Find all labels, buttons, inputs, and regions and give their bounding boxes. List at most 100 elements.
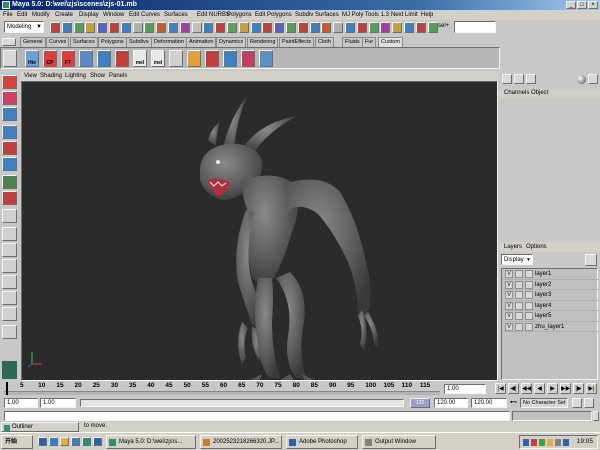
media-player-icon[interactable]	[71, 437, 80, 446]
shelf-tool-icon[interactable]	[115, 50, 129, 67]
outliner-task[interactable]: Outliner	[1, 422, 79, 432]
menu-edit[interactable]: Edit	[17, 10, 27, 20]
channel-box-channels[interactable]: Channels	[504, 89, 529, 98]
layer-row[interactable]: Vlayer3	[502, 290, 599, 301]
ipr-render-icon[interactable]	[427, 22, 438, 33]
tray-icon[interactable]	[539, 439, 545, 446]
shelf-tool-icon[interactable]	[259, 50, 273, 67]
lock-selection-icon[interactable]	[321, 22, 332, 33]
panel-menu-lighting[interactable]: Lighting	[65, 71, 86, 81]
menu-window[interactable]: Window	[103, 10, 124, 20]
play-forward-icon[interactable]: ▶	[547, 383, 558, 394]
layer-visibility-toggle[interactable]: V	[505, 301, 513, 310]
history-icon[interactable]	[203, 22, 214, 33]
maya-app-icon[interactable]	[2, 1, 10, 9]
render-globals-icon[interactable]	[238, 22, 249, 33]
tab-cloth[interactable]: Cloth	[315, 37, 334, 47]
layer-template-toggle[interactable]	[515, 291, 523, 299]
tab-curves[interactable]: Curves	[46, 37, 70, 47]
layer-color-swatch[interactable]	[525, 280, 533, 289]
layer-template-toggle[interactable]	[515, 270, 523, 278]
snap-view-icon[interactable]	[380, 22, 391, 33]
taskbar-task-adobe-photoshop[interactable]: Adobe Photoshop	[286, 435, 358, 449]
layer-name[interactable]: layer4	[535, 301, 551, 311]
shelf-hie-icon[interactable]: Hie	[25, 50, 39, 67]
minimize-button[interactable]: _	[566, 1, 576, 9]
tab-surfaces[interactable]: Surfaces	[70, 37, 98, 47]
step-back-icon[interactable]: ◀|	[508, 383, 519, 394]
shelf-menu-icon[interactable]	[2, 38, 16, 46]
tab-fur[interactable]: Fur	[362, 37, 377, 47]
snap-point-icon[interactable]	[368, 22, 379, 33]
menu-create[interactable]: Create	[55, 10, 73, 20]
persp-graph-icon[interactable]	[2, 259, 17, 273]
layer-name[interactable]: layer5	[535, 311, 551, 321]
layer-row[interactable]: Vlayer2	[502, 280, 599, 290]
photoshop-launch-icon[interactable]	[93, 437, 102, 446]
tab-painteffects[interactable]: PaintEffects	[279, 37, 315, 47]
show-desktop-icon[interactable]	[38, 437, 47, 446]
layer-color-swatch[interactable]	[525, 322, 533, 331]
highlight-icon[interactable]	[333, 22, 344, 33]
shelf-mel-icon[interactable]: mel	[151, 50, 165, 67]
hypershade-icon[interactable]	[2, 275, 17, 289]
shelf-tool-icon[interactable]	[223, 50, 237, 67]
render-icon[interactable]	[415, 22, 426, 33]
layer-visibility-toggle[interactable]: V	[505, 270, 513, 278]
make-live-icon[interactable]	[191, 22, 202, 33]
tab-fluids[interactable]: Fluids	[342, 37, 363, 47]
persp-outliner-icon[interactable]	[2, 243, 17, 257]
paint-select-icon[interactable]	[2, 107, 17, 121]
layer-row[interactable]: Vzhu_layer1	[502, 322, 599, 332]
menu-set-select[interactable]: Modeling ▼	[4, 21, 44, 33]
character-set-select[interactable]: No Character Set	[520, 398, 568, 408]
layer-template-toggle[interactable]	[515, 301, 523, 310]
tray-icon[interactable]	[555, 439, 561, 446]
last-tool-icon[interactable]	[2, 191, 17, 205]
tab-subdivs[interactable]: Subdivs	[126, 37, 152, 47]
maya-launch-icon[interactable]	[82, 437, 91, 446]
snap-curve-icon[interactable]	[356, 22, 367, 33]
layers-menu-layers[interactable]: Layers	[504, 242, 522, 252]
channel-box-toggle-icon[interactable]	[502, 74, 512, 84]
snap-grid-icon[interactable]	[345, 22, 355, 33]
new-layer-icon[interactable]	[585, 254, 597, 266]
play-backward-icon[interactable]: ◀	[534, 383, 545, 394]
playback-start-field[interactable]: 1.00	[40, 398, 76, 408]
shelf-tool-icon[interactable]	[97, 50, 111, 67]
shelf-tool-icon[interactable]	[205, 50, 219, 67]
single-view-icon[interactable]	[2, 209, 17, 223]
menu-edit-polygons[interactable]: Edit Polygons	[255, 10, 292, 20]
script-editor-icon[interactable]	[593, 411, 599, 421]
tab-deformation[interactable]: Deformation	[151, 37, 187, 47]
snap-view-icon[interactable]	[179, 22, 190, 33]
layer-color-swatch[interactable]	[525, 270, 533, 278]
step-back-key-icon[interactable]: ◀◀	[521, 383, 532, 394]
layer-visibility-toggle[interactable]: V	[505, 291, 513, 299]
tab-general[interactable]: General	[20, 37, 46, 47]
panel-menu-view[interactable]: View	[24, 71, 37, 81]
save-scene-icon[interactable]	[73, 22, 84, 33]
open-scene-icon[interactable]	[61, 22, 72, 33]
taskbar-task-output-window[interactable]: Output Window	[362, 435, 436, 449]
highlight-icon[interactable]	[132, 22, 143, 33]
menu-polygons[interactable]: Polygons	[227, 10, 252, 20]
attribute-editor-toggle-icon[interactable]	[526, 74, 536, 84]
outlook-icon[interactable]	[60, 437, 69, 446]
select-tool-icon[interactable]	[2, 75, 17, 89]
panel-menu-show[interactable]: Show	[90, 71, 105, 81]
layer-name[interactable]: layer2	[535, 280, 551, 290]
panel-menu-shading[interactable]: Shading	[40, 71, 62, 81]
rotate-tool-icon[interactable]	[2, 141, 17, 155]
taskbar-task-2002523218266320-jp[interactable]: 2002523218266320.JP...	[200, 435, 282, 449]
layer-template-toggle[interactable]	[515, 280, 523, 289]
layer-visibility-toggle[interactable]: V	[505, 280, 513, 289]
layer-row[interactable]: Vlayer1	[502, 269, 599, 280]
command-input[interactable]	[4, 411, 510, 421]
creature-model[interactable]	[22, 82, 499, 382]
step-forward-icon[interactable]: |▶	[573, 383, 584, 394]
shelf-options-icon[interactable]	[3, 50, 17, 67]
tab-custom[interactable]: Custom	[378, 37, 403, 47]
menu-next-limit[interactable]: Next Limit	[391, 10, 418, 20]
menu-subdiv-surfaces[interactable]: Subdiv Surfaces	[295, 10, 339, 20]
